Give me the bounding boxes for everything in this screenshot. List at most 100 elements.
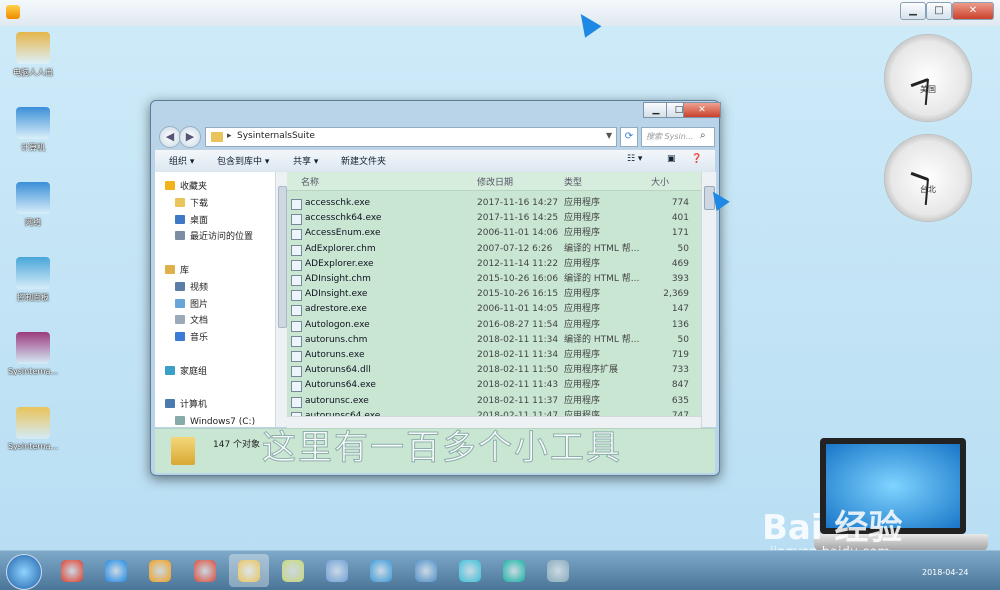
file-name: AdExplorer.chm	[305, 243, 376, 254]
taskbar-pinwheel-button[interactable]	[450, 554, 490, 587]
taskbar-internet-explorer-button[interactable]	[96, 554, 136, 587]
file-row[interactable]: ADExplorer.exe 2012-11-14 11:22 应用程序 469	[287, 257, 701, 272]
nav-item[interactable]: 下载	[175, 197, 208, 212]
file-row[interactable]: Autologon.exe 2016-08-27 11:54 应用程序 136	[287, 318, 701, 333]
file-date: 2018-02-11 11:34	[477, 350, 559, 360]
nav-item[interactable]: 计算机	[165, 398, 207, 413]
file-name: Autoruns64.dll	[305, 365, 371, 376]
taskbar-document-button[interactable]	[317, 554, 357, 587]
desktop-icon-folder[interactable]: Sysinterna...	[4, 407, 62, 451]
taskbar-folder-button[interactable]	[273, 554, 313, 587]
file-date: 2012-11-14 11:22	[477, 258, 559, 269]
nav-item[interactable]: 文档	[175, 314, 208, 329]
nav-item[interactable]: 桌面	[175, 214, 208, 229]
nav-item-icon	[165, 399, 175, 409]
file-name: accesschk64.exe	[305, 213, 382, 224]
refresh-button[interactable]: ⟳	[620, 127, 638, 147]
taskbar-explorer-button[interactable]	[228, 554, 269, 587]
file-name: ADExplorer.exe	[305, 258, 374, 269]
preview-pane-icon[interactable]: ▣	[667, 154, 676, 164]
file-size: 2,369	[663, 289, 689, 300]
nav-item-icon	[175, 281, 185, 291]
new-folder-button[interactable]: 新建文件夹	[341, 154, 386, 167]
file-row[interactable]: adrestore.exe 2006-11-01 14:05 应用程序 147	[287, 302, 701, 317]
taskbar-browser-round-button[interactable]	[361, 554, 401, 587]
player-maximize-button[interactable]: □	[926, 2, 952, 20]
share-menu[interactable]: 共享 ▾	[293, 154, 318, 167]
breadcrumb-chevron-icon[interactable]: ▸	[227, 131, 232, 141]
address-bar[interactable]: ▸ SysinternalsSuite ▼	[205, 127, 617, 147]
nav-item[interactable]: 收藏夹	[165, 180, 207, 195]
file-row[interactable]: Autoruns.exe 2018-02-11 11:34 应用程序 719	[287, 348, 701, 363]
column-date[interactable]: 修改日期	[477, 175, 513, 188]
nav-item-icon	[175, 416, 185, 426]
taskbar-media-player-button[interactable]	[140, 554, 180, 587]
nav-item[interactable]: 库	[165, 264, 189, 279]
player-close-button[interactable]: ✕	[952, 2, 994, 20]
file-row[interactable]: AdExplorer.chm 2007-07-12 6:26 编译的 HTML 帮.…	[287, 242, 701, 257]
column-type[interactable]: 类型	[564, 175, 582, 188]
player-minimize-button[interactable]: ▁	[900, 2, 926, 20]
taskbar-paint-button[interactable]	[538, 554, 578, 587]
breadcrumb-path[interactable]: SysinternalsSuite	[237, 131, 315, 141]
document-icon	[326, 560, 349, 582]
view-options-icon[interactable]: ☷ ▾	[627, 154, 642, 164]
file-row[interactable]: AccessEnum.exe 2006-11-01 14:06 应用程序 171	[287, 226, 701, 241]
desktop-icon-control-panel[interactable]: 控制面板	[4, 257, 62, 303]
search-icon[interactable]: ⌕	[700, 130, 706, 141]
paint-icon	[547, 560, 570, 582]
nav-scroll-thumb[interactable]	[278, 186, 287, 328]
file-row[interactable]: autorunsc.exe 2018-02-11 11:37 应用程序 635	[287, 394, 701, 409]
user-folder-icon	[16, 32, 50, 64]
nav-item-label: 文档	[190, 316, 209, 327]
nav-item-label: 最近访问的位置	[190, 232, 254, 243]
headset-icon	[503, 560, 525, 582]
start-button[interactable]	[6, 554, 42, 590]
file-icon	[291, 199, 302, 210]
forward-button[interactable]: ▶	[179, 126, 201, 148]
nav-item[interactable]: 图片	[175, 298, 208, 313]
nav-item[interactable]: 音乐	[175, 331, 208, 346]
chrome-icon	[193, 560, 216, 582]
file-list-scrollbar[interactable]	[701, 172, 716, 427]
nav-item[interactable]: 家庭组	[165, 365, 207, 380]
back-button[interactable]: ◀	[159, 126, 181, 148]
explorer-title-bar[interactable]: ▁ □ ✕	[151, 101, 721, 123]
nav-item[interactable]: 最近访问的位置	[175, 230, 253, 245]
column-size[interactable]: 大小	[651, 175, 669, 188]
file-row[interactable]: Autoruns64.exe 2018-02-11 11:43 应用程序 847	[287, 378, 701, 393]
pinwheel-icon	[458, 560, 481, 582]
taskbar	[0, 550, 1000, 590]
taskbar-remote-desktop-button[interactable]	[406, 554, 446, 587]
chevron-down-icon[interactable]: ▼	[606, 131, 612, 140]
desktop-icon-network[interactable]: 网络	[4, 182, 62, 228]
taskbar-jiang-app-button[interactable]	[52, 554, 92, 587]
file-size: 50	[677, 243, 689, 254]
explorer-close-button[interactable]: ✕	[683, 102, 721, 118]
remote-desktop-icon	[414, 560, 437, 582]
clock-gadget-usa[interactable]: 美国	[884, 34, 972, 122]
file-row[interactable]: autoruns.chm 2018-02-11 11:34 编译的 HTML 帮..…	[287, 333, 701, 348]
organize-menu[interactable]: 组织 ▾	[169, 154, 194, 167]
taskbar-headset-button[interactable]	[494, 554, 534, 587]
nav-item-label: 图片	[190, 299, 209, 310]
search-input[interactable]: 搜索 Sysin... ⌕	[641, 127, 715, 147]
file-row[interactable]: ADInsight.exe 2015-10-26 16:15 应用程序 2,369	[287, 287, 701, 302]
desktop-icon-archive[interactable]: Sysinterna...	[4, 332, 62, 376]
file-row[interactable]: accesschk.exe 2017-11-16 14:27 应用程序 774	[287, 196, 701, 211]
file-row[interactable]: accesschk64.exe 2017-11-16 14:25 应用程序 401	[287, 211, 701, 226]
nav-item[interactable]: 视频	[175, 281, 208, 296]
taskbar-chrome-button[interactable]	[185, 554, 225, 587]
desktop-icon-label: Sysinterna...	[7, 442, 59, 451]
clock-gadget-taipei[interactable]: 台北	[884, 134, 972, 222]
help-icon[interactable]: ❓	[691, 154, 702, 164]
desktop-icon-computer[interactable]: 计算机	[4, 107, 62, 153]
file-name: Autoruns.exe	[305, 350, 365, 360]
desktop-icon-user-folder[interactable]: 电脑人人出	[4, 32, 62, 78]
file-row[interactable]: ADInsight.chm 2015-10-26 16:06 编译的 HTML 帮.…	[287, 272, 701, 287]
desktop-icon-label: 控制面板	[17, 293, 49, 302]
file-date: 2015-10-26 16:15	[477, 289, 559, 300]
column-name[interactable]: 名称	[301, 175, 319, 188]
file-row[interactable]: Autoruns64.dll 2018-02-11 11:50 应用程序扩展 733	[287, 363, 701, 378]
include-in-library-menu[interactable]: 包含到库中 ▾	[217, 154, 269, 167]
